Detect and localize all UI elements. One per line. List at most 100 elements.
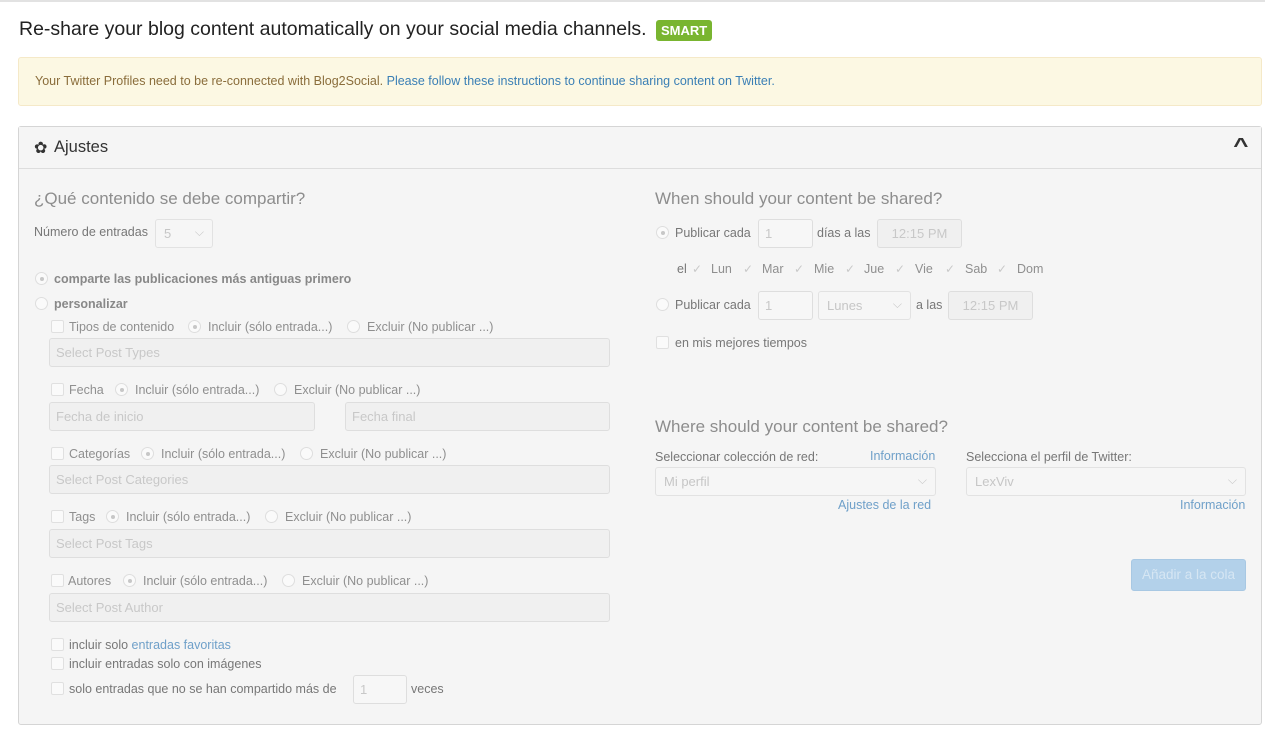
shared-limit-suffix: veces bbox=[411, 682, 444, 696]
smart-badge: SMART bbox=[656, 20, 713, 41]
tags-exclude-radio[interactable] bbox=[265, 510, 278, 523]
radio-custom[interactable] bbox=[35, 297, 48, 310]
check-icon[interactable]: ✓ bbox=[845, 262, 855, 276]
network-info-link[interactable]: Información bbox=[870, 449, 935, 463]
check-icon[interactable]: ✓ bbox=[997, 262, 1007, 276]
day-mie: Mie bbox=[814, 262, 835, 276]
content-types-exclude-label: Excluir (No publicar ...) bbox=[367, 320, 494, 334]
tags-include-radio[interactable] bbox=[106, 510, 119, 523]
categories-include-label: Incluir (sólo entrada...) bbox=[161, 447, 286, 461]
every-days-label: Publicar cada bbox=[675, 226, 751, 240]
every-week-label: Publicar cada bbox=[675, 298, 751, 312]
gear-icon: ✿ bbox=[34, 140, 48, 157]
check-icon[interactable]: ✓ bbox=[945, 262, 955, 276]
favorites-prefix: incluir solo bbox=[69, 638, 129, 652]
custom-label: personalizar bbox=[54, 297, 128, 311]
best-times-checkbox[interactable] bbox=[656, 336, 669, 349]
content-types-include-label: Incluir (sólo entrada...) bbox=[208, 320, 333, 334]
date-exclude-radio[interactable] bbox=[274, 383, 287, 396]
categories-checkbox[interactable] bbox=[51, 447, 64, 460]
day-jue: Jue bbox=[864, 262, 885, 276]
twitter-profile-select[interactable]: LexViv ⌵ bbox=[966, 467, 1246, 496]
time-input-1[interactable]: 12:15 PM bbox=[877, 219, 962, 248]
check-icon[interactable]: ✓ bbox=[794, 262, 804, 276]
where-heading: Where should your content be shared? bbox=[655, 417, 948, 436]
days-at-label: días a las bbox=[817, 226, 871, 240]
images-checkbox[interactable] bbox=[51, 657, 64, 670]
page-title: Re-share your blog content automatically… bbox=[19, 18, 647, 40]
tags-label: Tags bbox=[69, 510, 96, 524]
authors-include-radio[interactable] bbox=[123, 574, 136, 587]
date-include-radio[interactable] bbox=[115, 383, 128, 396]
content-types-checkbox[interactable] bbox=[51, 320, 64, 333]
post-tags-input[interactable]: Select Post Tags bbox=[49, 529, 610, 558]
weekday-select[interactable]: Lunes ⌵ bbox=[818, 291, 911, 320]
radio-every-days[interactable] bbox=[656, 226, 669, 239]
num-entries-label: Número de entradas bbox=[34, 225, 148, 239]
day-dom: Dom bbox=[1017, 262, 1044, 276]
tags-include-label: Incluir (sólo entrada...) bbox=[126, 510, 251, 524]
chevron-down-icon: ⌵ bbox=[917, 473, 927, 487]
week-interval-input[interactable]: 1 bbox=[758, 291, 813, 320]
date-checkbox[interactable] bbox=[51, 383, 64, 396]
what-heading: ¿Qué contenido se debe compartir? bbox=[34, 189, 306, 208]
content-types-include-radio[interactable] bbox=[188, 320, 201, 333]
post-types-input[interactable]: Select Post Types bbox=[49, 338, 610, 367]
post-categories-input[interactable]: Select Post Categories bbox=[49, 465, 610, 494]
end-date-input[interactable]: Fecha final bbox=[345, 402, 610, 431]
authors-checkbox[interactable] bbox=[51, 574, 64, 587]
check-icon[interactable]: ✓ bbox=[743, 262, 753, 276]
tags-checkbox[interactable] bbox=[51, 510, 64, 523]
network-select[interactable]: Mi perfil ⌵ bbox=[655, 467, 936, 496]
network-value: Mi perfil bbox=[664, 474, 710, 489]
favorites-link[interactable]: entradas favoritas bbox=[132, 638, 231, 652]
categories-exclude-label: Excluir (No publicar ...) bbox=[320, 447, 447, 461]
panel-header[interactable]: ✿ Ajustes ^ bbox=[19, 127, 1261, 169]
content-types-label: Tipos de contenido bbox=[69, 320, 175, 334]
twitter-profile-label: Selecciona el perfil de Twitter: bbox=[966, 450, 1132, 464]
day-sab: Sab bbox=[965, 262, 988, 276]
notice-instructions-link[interactable]: Please follow these instructions to cont… bbox=[387, 74, 775, 88]
check-icon[interactable]: ✓ bbox=[692, 262, 702, 276]
content-types-exclude-radio[interactable] bbox=[347, 320, 360, 333]
categories-include-radio[interactable] bbox=[141, 447, 154, 460]
weekday-value: Lunes bbox=[827, 298, 863, 313]
shared-limit-input[interactable]: 1 bbox=[353, 675, 407, 704]
shared-limit-checkbox[interactable] bbox=[51, 682, 64, 695]
radio-oldest-first[interactable] bbox=[35, 272, 48, 285]
add-to-queue-button[interactable]: Añadir a la cola bbox=[1131, 559, 1246, 591]
at-label: a las bbox=[916, 298, 943, 312]
when-heading: When should your content be shared? bbox=[655, 189, 943, 208]
network-settings-link[interactable]: Ajustes de la red bbox=[838, 498, 931, 512]
categories-label: Categorías bbox=[69, 447, 131, 461]
date-exclude-label: Excluir (No publicar ...) bbox=[294, 383, 421, 397]
favorites-checkbox[interactable] bbox=[51, 638, 64, 651]
time-input-2[interactable]: 12:15 PM bbox=[948, 291, 1033, 320]
date-include-label: Incluir (sólo entrada...) bbox=[135, 383, 260, 397]
authors-exclude-radio[interactable] bbox=[282, 574, 295, 587]
day-mar: Mar bbox=[762, 262, 784, 276]
post-author-input[interactable]: Select Post Author bbox=[49, 593, 610, 622]
on-label: el bbox=[677, 262, 687, 276]
days-interval-input[interactable]: 1 bbox=[758, 219, 813, 248]
favorites-label: incluir solo entradas favoritas bbox=[69, 638, 231, 652]
start-date-input[interactable]: Fecha de inicio bbox=[49, 402, 315, 431]
categories-exclude-radio[interactable] bbox=[300, 447, 313, 460]
notice-text: Your Twitter Profiles need to be re-conn… bbox=[35, 74, 384, 88]
day-lun: Lun bbox=[711, 262, 732, 276]
twitter-info-link[interactable]: Información bbox=[1180, 498, 1245, 512]
network-label: Seleccionar colección de red: bbox=[655, 450, 819, 464]
authors-label: Autores bbox=[68, 574, 112, 588]
best-times-label: en mis mejores tiempos bbox=[675, 336, 807, 350]
tags-exclude-label: Excluir (No publicar ...) bbox=[285, 510, 412, 524]
chevron-down-icon: ⌵ bbox=[892, 297, 902, 311]
oldest-first-label: comparte las publicaciones más antiguas … bbox=[54, 272, 352, 286]
num-entries-select[interactable]: 5 ⌵ bbox=[155, 219, 213, 248]
shared-limit-prefix: solo entradas que no se han compartido m… bbox=[69, 682, 337, 696]
day-vie: Vie bbox=[915, 262, 933, 276]
chevron-down-icon: ⌵ bbox=[194, 225, 204, 239]
chevron-up-icon[interactable]: ^ bbox=[1234, 135, 1249, 158]
date-label: Fecha bbox=[69, 383, 104, 397]
check-icon[interactable]: ✓ bbox=[895, 262, 905, 276]
radio-every-week[interactable] bbox=[656, 298, 669, 311]
